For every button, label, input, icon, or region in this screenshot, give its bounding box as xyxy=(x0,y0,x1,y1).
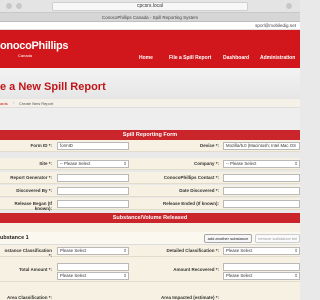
form-row: Release Began (If known): Release Ended … xyxy=(0,198,300,211)
area-row: Area Classification *: Area Impacted (es… xyxy=(0,282,300,300)
release-ended-label: Release Ended (If known): xyxy=(162,201,219,206)
nav-administration[interactable]: Administration xyxy=(260,55,295,61)
device-label: Device *: xyxy=(199,143,219,148)
breadcrumb: ards › Create New Report xyxy=(0,99,300,108)
share-icon[interactable] xyxy=(286,3,292,9)
date-discovered-label: Date Discovered *: xyxy=(179,188,219,193)
conocophillips-contact-field[interactable] xyxy=(223,174,300,182)
substance-heading: Substance/Volume Released xyxy=(0,213,300,223)
user-email[interactable]: spcrl@mobiledig.net xyxy=(255,23,296,28)
device-field[interactable]: Mozilla/5.0 (Macintosh; Intel Mac OS xyxy=(223,142,300,150)
content-spacer xyxy=(0,108,300,130)
nav-file-spill-report[interactable]: File a Spill Report xyxy=(169,55,211,61)
amount-recovered-unit-select[interactable]: Please Select xyxy=(223,272,300,280)
area-classification-label: Area Classification *: xyxy=(6,295,52,300)
date-discovered-field[interactable] xyxy=(223,187,300,195)
site-select[interactable]: -- Please Select xyxy=(57,160,129,168)
substance-gap xyxy=(0,223,300,232)
amount-row: Total Amount *: Please Select Amount Rec… xyxy=(0,257,300,282)
remove-substance-button[interactable]: remove substance bel xyxy=(255,234,300,243)
total-amount-label: Total Amount *: xyxy=(19,267,52,272)
total-amount-field[interactable] xyxy=(57,263,129,271)
add-substance-button[interactable]: add another substance xyxy=(204,234,252,243)
conocophillips-contact-label: ConocoPhillips Contact *: xyxy=(163,175,219,180)
brand-logo[interactable]: onocoPhillips xyxy=(0,40,69,52)
form-row: Site *: -- Please Select Company *: -- P… xyxy=(0,158,300,170)
form-row: ostance Classification *: Please Select … xyxy=(0,245,300,258)
discovered-by-field[interactable] xyxy=(57,187,129,195)
discovered-by-label: Discovered By *: xyxy=(16,188,52,193)
brand-logo-sub: Canada xyxy=(18,53,33,58)
page-title: e a New Spill Report xyxy=(0,81,106,93)
form-id-field[interactable]: formID xyxy=(57,142,129,150)
substance-classification-select[interactable]: Please Select xyxy=(57,247,129,255)
site-label: Site *: xyxy=(39,161,52,166)
tab-title[interactable]: ConocoPhillips Canada - Spill Reporting … xyxy=(60,13,240,22)
form-id-label: Form ID *: xyxy=(30,143,52,148)
browser-toolbar: cpcsrs.local xyxy=(0,0,300,13)
address-bar[interactable]: cpcsrs.local xyxy=(52,2,248,11)
release-began-label: Release Began (If known): xyxy=(14,201,52,211)
nav-home[interactable]: Home xyxy=(139,55,153,61)
detailed-classification-label: Detailed Classification *: xyxy=(166,248,219,253)
back-icon[interactable] xyxy=(6,3,12,9)
substance-title: ubstance 1 xyxy=(0,235,29,241)
breadcrumb-current: Create New Report xyxy=(19,101,54,106)
nav-dashboard[interactable]: Dashboard xyxy=(223,55,249,61)
forward-icon[interactable] xyxy=(16,3,22,9)
release-ended-field[interactable] xyxy=(223,200,300,208)
amount-recovered-field[interactable] xyxy=(223,263,300,271)
report-generator-label: Report Generator *: xyxy=(10,175,52,180)
company-select[interactable]: -- Please Select xyxy=(223,160,300,168)
form-row: Report Generator *: ConocoPhillips Conta… xyxy=(0,172,300,184)
tab-strip: ConocoPhillips Canada - Spill Reporting … xyxy=(0,13,300,22)
report-generator-field[interactable] xyxy=(57,174,129,182)
total-amount-unit-select[interactable]: Please Select xyxy=(57,272,129,280)
form-row: Form ID *: formID Device *: Mozilla/5.0 … xyxy=(0,140,300,152)
release-began-field[interactable] xyxy=(57,200,129,208)
company-label: Company *: xyxy=(193,161,219,166)
area-impacted-label: Area Impacted (estimate) *: xyxy=(160,295,219,300)
form-row: Discovered By *: Date Discovered *: xyxy=(0,185,300,197)
breadcrumb-separator-icon: › xyxy=(13,100,15,105)
spill-form-heading: Spill Reporting Form xyxy=(0,130,300,140)
substance-subheader: ubstance 1 add another substance remove … xyxy=(0,232,300,245)
breadcrumb-dashboards[interactable]: ards xyxy=(0,101,8,106)
site-header: onocoPhillips Canada Home File a Spill R… xyxy=(0,30,300,68)
amount-recovered-label: Amount Recovered *: xyxy=(173,267,219,272)
detailed-classification-select[interactable]: Please Select xyxy=(223,247,300,255)
utility-bar: spcrl@mobiledig.net xyxy=(0,22,300,30)
title-band: e a New Spill Report xyxy=(0,68,300,99)
